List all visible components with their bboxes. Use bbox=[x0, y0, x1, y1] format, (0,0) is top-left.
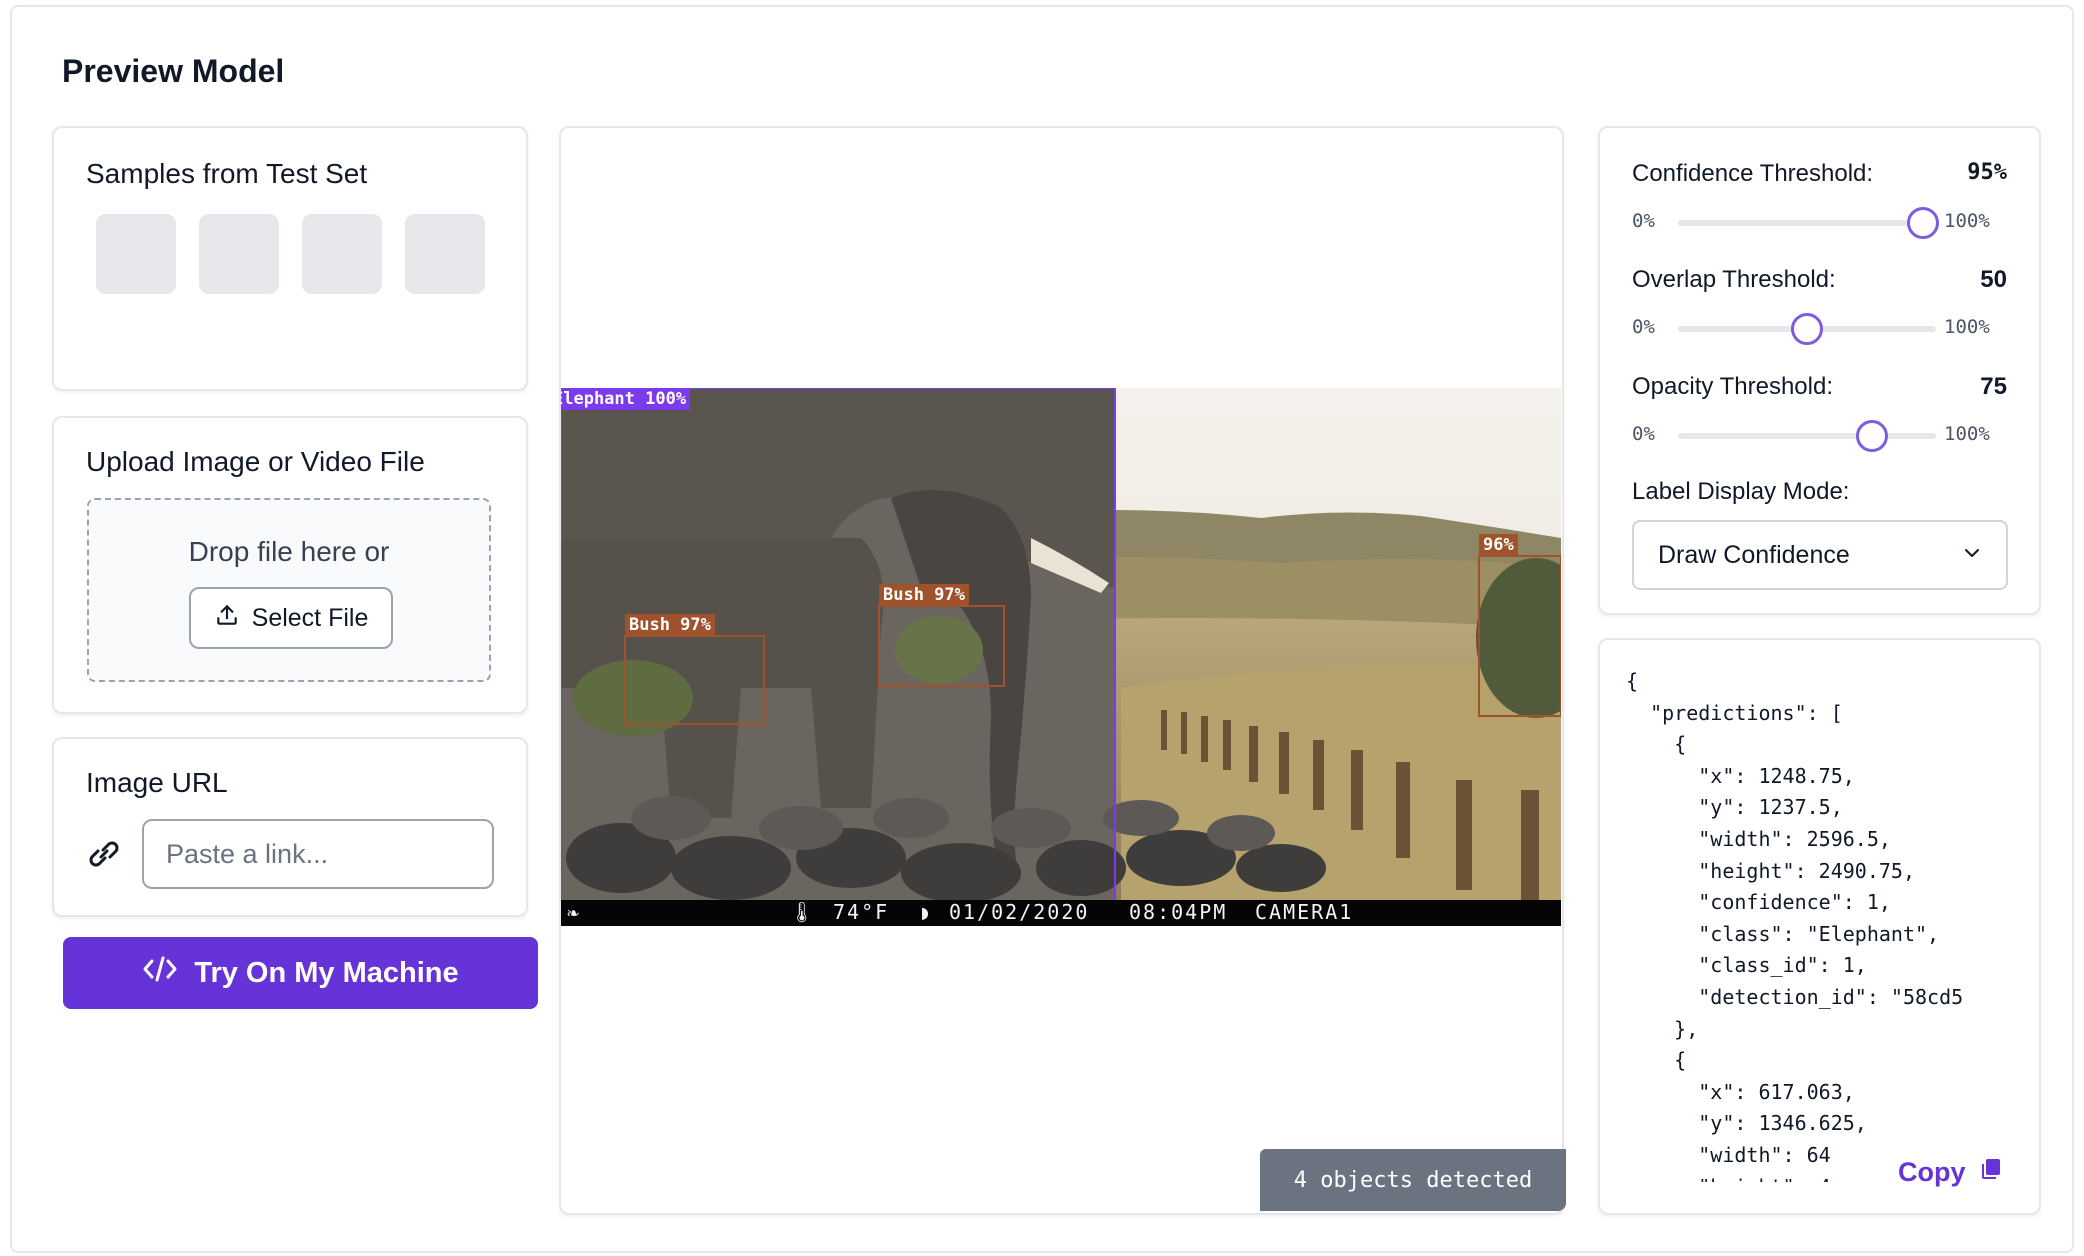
try-button-label: Try On My Machine bbox=[194, 956, 459, 989]
image-url-input[interactable] bbox=[142, 819, 494, 889]
json-output[interactable]: { "predictions": [ { "x": 1248.75, "y": … bbox=[1626, 666, 2018, 1182]
camera-time: 08:04PM bbox=[1129, 900, 1228, 924]
confidence-min-label: 0% bbox=[1632, 210, 1655, 232]
image-url-title: Image URL bbox=[86, 767, 228, 798]
detection-label-elephant: Elephant 100% bbox=[561, 388, 691, 410]
opacity-label: Opacity Threshold: bbox=[1632, 373, 1833, 400]
upload-title: Upload Image or Video File bbox=[86, 446, 425, 477]
overlap-label: Overlap Threshold: bbox=[1632, 266, 1836, 293]
camera-temperature: 74°F bbox=[833, 900, 890, 924]
camera-date: 01/02/2020 bbox=[949, 900, 1090, 924]
confidence-label: Confidence Threshold: bbox=[1632, 160, 1874, 187]
samples-card: Samples from Test Set bbox=[52, 126, 528, 391]
sample-thumbnail[interactable] bbox=[405, 214, 485, 294]
upload-card: Upload Image or Video File Drop file her… bbox=[52, 416, 528, 714]
select-file-button[interactable]: Select File bbox=[189, 587, 393, 649]
detection-label-bush: Bush 97% bbox=[879, 584, 969, 606]
upload-icon bbox=[214, 602, 240, 635]
controls-card: Confidence Threshold: 95% 0% 100% Overla… bbox=[1598, 126, 2041, 615]
opacity-min-label: 0% bbox=[1632, 423, 1655, 445]
dropzone-text: Drop file here or bbox=[188, 536, 390, 567]
select-file-label: Select File bbox=[251, 603, 369, 632]
json-output-card: { "predictions": [ { "x": 1248.75, "y": … bbox=[1598, 638, 2041, 1215]
confidence-value: 95% bbox=[1967, 160, 2007, 185]
page-title: Preview Model bbox=[62, 53, 285, 89]
opacity-max-label: 100% bbox=[1944, 423, 1990, 445]
try-on-my-machine-button[interactable]: Try On My Machine bbox=[63, 937, 538, 1009]
preview-card: Elephant 100% Bush 97% Bush 97% 96% ❧ 🌡 … bbox=[559, 126, 1564, 1215]
objects-detected-badge: 4 objects detected bbox=[1260, 1149, 1566, 1211]
image-url-card: Image URL bbox=[52, 737, 528, 917]
moon-icon: ◗ bbox=[919, 900, 934, 924]
detection-label-bush: Bush 97% bbox=[625, 614, 715, 636]
sample-thumbnail[interactable] bbox=[302, 214, 382, 294]
chevron-down-icon bbox=[1962, 541, 1982, 570]
overlap-max-label: 100% bbox=[1944, 316, 1990, 338]
detection-label-unlabeled: 96% bbox=[1479, 534, 1518, 556]
copy-icon bbox=[1976, 1155, 2004, 1190]
copy-label: Copy bbox=[1898, 1156, 1966, 1187]
confidence-slider-thumb[interactable] bbox=[1907, 207, 1940, 239]
copy-button[interactable]: Copy bbox=[1890, 1152, 2028, 1192]
overlap-slider[interactable] bbox=[1678, 313, 1936, 345]
sample-thumbnail[interactable] bbox=[199, 214, 279, 294]
label-mode-select[interactable]: Draw Confidence bbox=[1632, 520, 2008, 590]
camera-logo-icon: ❧ bbox=[567, 900, 582, 924]
label-mode-value: Draw Confidence bbox=[1658, 540, 1850, 569]
link-icon bbox=[84, 837, 124, 876]
confidence-max-label: 100% bbox=[1944, 210, 1990, 232]
sample-thumbnail[interactable] bbox=[96, 214, 176, 294]
preview-image: Elephant 100% Bush 97% Bush 97% 96% ❧ 🌡 … bbox=[561, 388, 1561, 926]
overlap-slider-thumb[interactable] bbox=[1791, 313, 1823, 345]
opacity-slider-thumb[interactable] bbox=[1855, 420, 1888, 452]
samples-title: Samples from Test Set bbox=[86, 158, 368, 189]
overlap-value: 50 bbox=[1980, 266, 2007, 293]
label-mode-label: Label Display Mode: bbox=[1632, 478, 1850, 505]
overlap-min-label: 0% bbox=[1632, 316, 1655, 338]
camera-trap-scene bbox=[561, 388, 1561, 926]
thermometer-icon: 🌡 bbox=[789, 900, 817, 924]
camera-name: CAMERA1 bbox=[1255, 900, 1354, 924]
file-dropzone[interactable]: Drop file here or Select File bbox=[87, 498, 491, 682]
opacity-slider[interactable] bbox=[1678, 420, 1936, 452]
app-frame: Preview Model Samples from Test Set Uplo… bbox=[10, 5, 2074, 1253]
opacity-value: 75 bbox=[1980, 373, 2007, 400]
confidence-slider[interactable] bbox=[1678, 207, 1940, 239]
camera-info-bar: ❧ 🌡 74°F ◗ 01/02/2020 08:04PM CAMERA1 bbox=[561, 900, 1561, 926]
code-icon bbox=[142, 955, 178, 991]
